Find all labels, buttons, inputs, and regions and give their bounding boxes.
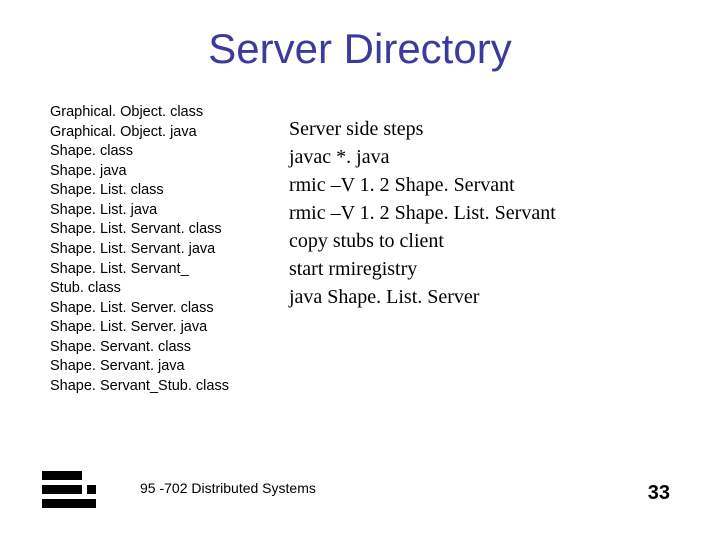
list-item: Graphical. Object. java xyxy=(50,123,229,143)
list-item: Shape. List. class xyxy=(50,181,229,201)
list-item: Shape. class xyxy=(50,142,229,162)
list-item: Server side steps xyxy=(289,115,556,143)
list-item: Shape. List. Server. java xyxy=(50,318,229,338)
list-item: java Shape. List. Server xyxy=(289,283,556,311)
list-item: Shape. Servant_Stub. class xyxy=(50,377,229,397)
list-item: Shape. Servant. class xyxy=(50,338,229,358)
list-item: Stub. class xyxy=(50,279,229,299)
list-item: Graphical. Object. class xyxy=(50,103,229,123)
file-list: Graphical. Object. class Graphical. Obje… xyxy=(50,103,229,396)
list-item: Shape. List. Servant. java xyxy=(50,240,229,260)
list-item: Shape. java xyxy=(50,162,229,182)
list-item: Shape. List. Server. class xyxy=(50,299,229,319)
steps-list: Server side steps javac *. java rmic –V … xyxy=(289,103,556,396)
list-item: start rmiregistry xyxy=(289,255,556,283)
list-item: rmic –V 1. 2 Shape. List. Servant xyxy=(289,199,556,227)
slide: Server Directory Graphical. Object. clas… xyxy=(0,0,720,540)
list-item: copy stubs to client xyxy=(289,227,556,255)
list-item: Shape. List. Servant. class xyxy=(50,220,229,240)
footer-text: 95 -702 Distributed Systems xyxy=(140,480,316,496)
list-item: Shape. List. java xyxy=(50,201,229,221)
page-number: 33 xyxy=(648,482,670,505)
content-area: Graphical. Object. class Graphical. Obje… xyxy=(40,103,680,396)
list-item: Shape. Servant. java xyxy=(50,357,229,377)
list-item: rmic –V 1. 2 Shape. Servant xyxy=(289,171,556,199)
slide-title: Server Directory xyxy=(40,25,680,73)
logo-icon xyxy=(40,465,100,510)
footer: 95 -702 Distributed Systems xyxy=(0,465,720,510)
list-item: javac *. java xyxy=(289,143,556,171)
list-item: Shape. List. Servant_ xyxy=(50,260,229,280)
